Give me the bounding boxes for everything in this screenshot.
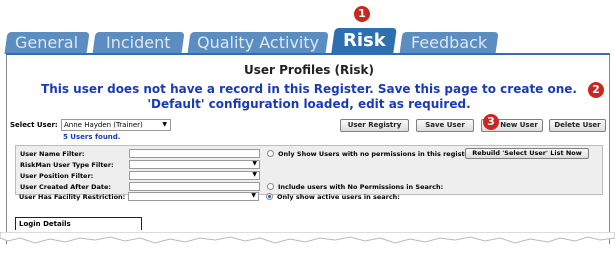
riskman-type-filter-select[interactable]: ▼ [129,160,260,169]
chevron-down-icon: ▼ [252,160,257,167]
no-permissions-register-radio[interactable] [267,150,274,157]
chevron-down-icon: ▼ [251,192,256,199]
no-permissions-register-label: Only Show Users with no permissions in t… [278,150,475,158]
tab-label: Incident [106,33,171,52]
facility-restriction-select[interactable]: ▼ [128,192,259,201]
select-user-value: Anne Hayden (Trainer) [64,121,143,129]
delete-user-button[interactable]: Delete User [549,119,606,132]
tab-label: Quality Activity [196,33,320,52]
chevron-down-icon: ▼ [252,171,257,178]
tab-general[interactable]: General [4,32,90,54]
active-only-radio[interactable] [266,193,273,200]
tab-bar: General Incident Quality Activity Risk F… [4,24,615,54]
created-after-date-input[interactable] [129,182,260,191]
user-name-filter-label: User Name Filter: [20,150,85,158]
user-name-filter-input[interactable] [129,149,260,158]
warning-message-line2: 'Default' configuration loaded, edit as … [147,97,471,111]
select-user-dropdown[interactable]: Anne Hayden (Trainer) ▼ [61,119,171,131]
user-registry-button[interactable]: User Registry [340,119,409,132]
select-user-label: Select User: [10,121,58,129]
user-profiles-panel: User Profiles (Risk) This user does not … [6,55,610,254]
filter-row-user-type: RiskMan User Type Filter: ▼ [16,160,602,170]
tab-incident[interactable]: Incident [92,32,185,54]
users-found-count: 5 Users found. [63,133,121,141]
user-position-filter-select[interactable]: ▼ [129,171,260,180]
active-only-label: Only show active users in search: [277,193,400,201]
tab-risk[interactable]: Risk [331,28,397,54]
warning-message-line1: This user does not have a record in this… [41,82,577,96]
include-no-permissions-radio[interactable] [267,183,274,190]
callout-badge-2: 2 [588,82,604,98]
filter-row-position: User Position Filter: ▼ [16,171,602,181]
tab-label: Feedback [410,33,488,52]
callout-badge-1: 1 [354,6,370,22]
rebuild-user-list-button[interactable]: Rebuild 'Select User' List Now [465,148,589,159]
user-position-filter-label: User Position Filter: [20,172,94,180]
tab-label: General [15,33,79,52]
include-no-permissions-label: Include users with No Permissions in Sea… [278,183,444,191]
tab-feedback[interactable]: Feedback [399,32,499,54]
login-details-section: Login Details [15,217,142,230]
callout-badge-3: 3 [483,114,499,130]
filter-row-user-name: User Name Filter: Only Show Users with n… [16,148,602,159]
filter-row-facility: User Has Facility Restriction: ▼ Only sh… [15,192,601,202]
created-after-label: User Created After Date: [20,183,111,191]
torn-edge-decoration [0,232,615,254]
chevron-down-icon: ▼ [162,121,167,128]
filter-row-created-after: User Created After Date: Include users w… [16,182,602,192]
tab-label: Risk [342,30,386,51]
facility-restriction-label: User Has Facility Restriction: [19,193,126,201]
user-filter-box: User Name Filter: Only Show Users with n… [15,145,603,195]
page-title: User Profiles (Risk) [244,63,374,77]
riskman-type-filter-label: RiskMan User Type Filter: [20,161,114,169]
tab-quality-activity[interactable]: Quality Activity [187,32,329,54]
save-user-button[interactable]: Save User [416,119,474,132]
